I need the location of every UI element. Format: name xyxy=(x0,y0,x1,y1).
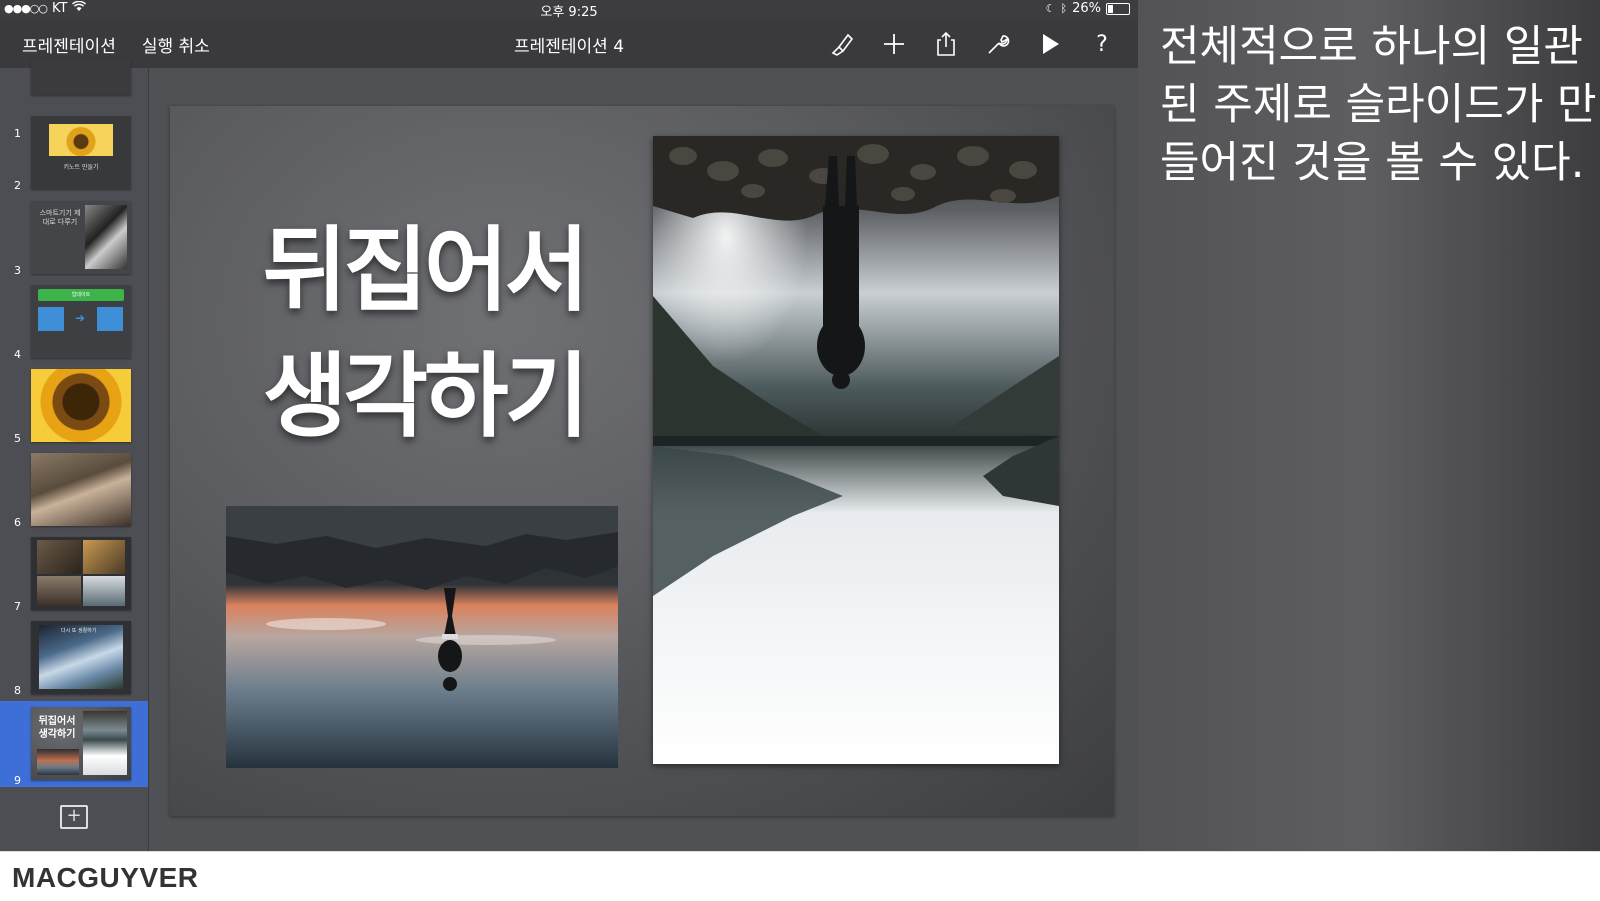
slide-text: 스마트기기 제대로 다루기 xyxy=(39,209,81,226)
toolbar: 프레젠테이션 실행 취소 프레젠테이션 4 ? xyxy=(0,20,1138,68)
slide-preview: 업데이트 ➜ xyxy=(31,285,131,358)
status-time: 오후 9:25 xyxy=(540,5,598,20)
current-slide[interactable]: 뒤집어서 생각하기 xyxy=(170,106,1114,816)
battery-icon xyxy=(1106,2,1130,15)
format-brush-icon[interactable] xyxy=(828,30,856,58)
moon-icon: ☾ xyxy=(1045,2,1056,15)
slide-thumbnail-3[interactable]: 스마트기기 제대로 다루기 3 xyxy=(0,197,148,277)
caption-panel: 전체적으로 하나의 일관된 주제로 슬라이드가 만들어진 것을 볼 수 있다. xyxy=(1138,0,1600,851)
status-bar: ●●●○○ KT 오후 9:25 ☾ ᛒ 26% xyxy=(0,0,1138,20)
share-icon[interactable] xyxy=(932,30,960,58)
slide-thumbnail-5[interactable]: 5 xyxy=(0,365,148,445)
slide-preview xyxy=(31,60,131,95)
slide-number: 9 xyxy=(14,774,21,787)
sky-image xyxy=(39,625,123,689)
photo xyxy=(83,576,125,606)
wrench-icon[interactable] xyxy=(984,30,1012,58)
slide-thumbnail-6[interactable]: 6 xyxy=(0,449,148,529)
sunflower-image xyxy=(31,369,131,442)
slide-canvas: 뒤집어서 생각하기 xyxy=(149,68,1138,851)
slide-number: 4 xyxy=(14,348,21,361)
caption-text: 전체적으로 하나의 일관된 주제로 슬라이드가 만들어진 것을 볼 수 있다. xyxy=(1160,22,1597,188)
slide-text: 뒤집어서 생각하기 xyxy=(38,716,76,740)
slide-text: 다시 또 생활하기 xyxy=(61,628,97,634)
slide-thumbnail-2[interactable]: 키노트 만들기 2 xyxy=(0,112,148,192)
blue-box xyxy=(97,307,123,331)
watch-image xyxy=(31,453,131,526)
photo xyxy=(37,576,81,606)
blue-box xyxy=(38,307,64,331)
arrow-right-icon: ➜ xyxy=(75,311,86,325)
sunset-reflection-photo[interactable] xyxy=(226,506,618,768)
slide-number: 8 xyxy=(14,684,21,697)
photo xyxy=(83,540,125,574)
slide-preview xyxy=(31,537,131,610)
slide-title-line2: 생각하기 xyxy=(262,343,590,450)
slide-number: 7 xyxy=(14,600,21,613)
add-icon[interactable] xyxy=(880,30,908,58)
photo xyxy=(83,711,127,775)
battery-fill xyxy=(1108,4,1114,13)
play-icon[interactable] xyxy=(1036,30,1064,58)
sunflower-image xyxy=(49,124,113,156)
slide-thumbnail-4[interactable]: 업데이트 ➜ 4 xyxy=(0,281,148,361)
help-icon[interactable]: ? xyxy=(1088,30,1116,58)
photo xyxy=(37,749,79,775)
phone-image xyxy=(85,205,127,269)
slide-number: 2 xyxy=(14,179,21,192)
slide-title[interactable]: 뒤집어서 생각하기 xyxy=(234,208,614,460)
footer: MACGUYVER xyxy=(0,851,1600,901)
mountain-lake-reflection-photo[interactable] xyxy=(653,136,1059,764)
slide-text: 업데이트 xyxy=(38,289,124,301)
status-right: ☾ ᛒ 26% xyxy=(1046,1,1130,16)
slide-text: 키노트 만들기 xyxy=(63,164,99,171)
photo xyxy=(37,540,81,574)
battery-label: 26% xyxy=(1072,1,1101,16)
slide-number: 6 xyxy=(14,516,21,529)
add-slide-button[interactable]: + xyxy=(60,805,88,829)
slide-title-line1: 뒤집어서 xyxy=(262,217,590,324)
brand-logo: MACGUYVER xyxy=(12,862,199,893)
slide-number: 5 xyxy=(14,432,21,445)
slide-thumbnail-7[interactable]: 7 xyxy=(0,533,148,613)
slide-preview: 키노트 만들기 xyxy=(31,116,131,189)
bluetooth-icon: ᛒ xyxy=(1060,2,1068,15)
slide-number: 3 xyxy=(14,264,21,277)
slide-thumbnail-9[interactable]: 뒤집어서 생각하기 9 xyxy=(0,701,148,787)
slide-preview: 다시 또 생활하기 xyxy=(31,621,131,694)
slide-preview: 스마트기기 제대로 다루기 xyxy=(31,201,131,274)
slide-navigator: 1 키노트 만들기 2 스마트기기 제대로 다루기 3 업데이트 ➜ 4 5 6 xyxy=(0,60,149,851)
toolbar-icons: ? xyxy=(828,30,1116,58)
slide-preview: 뒤집어서 생각하기 xyxy=(31,707,131,780)
slide-thumbnail-8[interactable]: 다시 또 생활하기 8 xyxy=(0,617,148,697)
